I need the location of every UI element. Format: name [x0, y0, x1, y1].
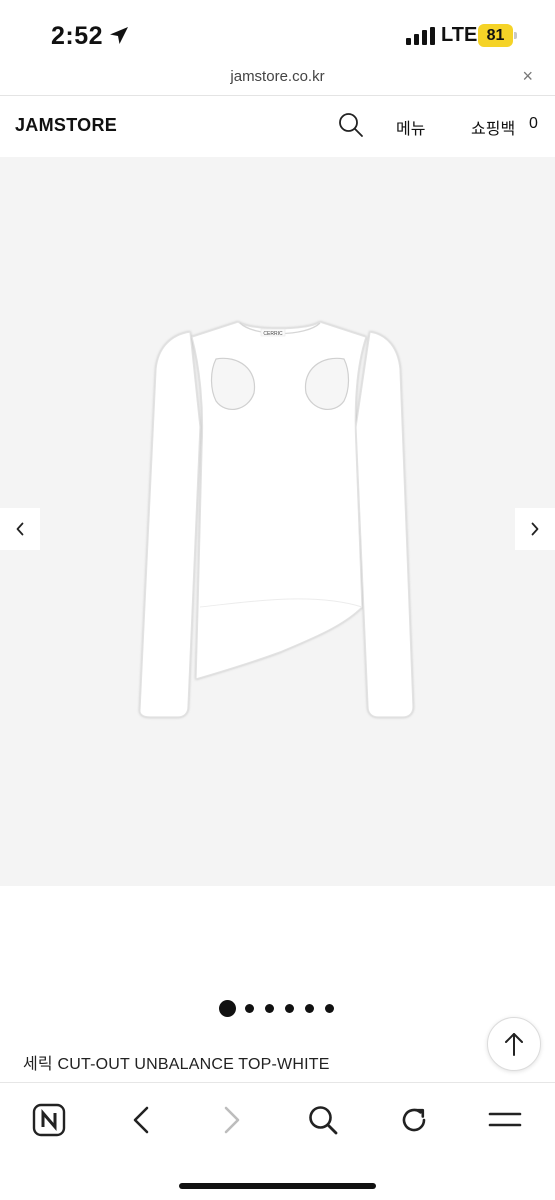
- network-type: LTE: [441, 24, 478, 46]
- site-logo[interactable]: JAMSTORE: [15, 115, 117, 136]
- scroll-top-button[interactable]: [487, 1017, 541, 1071]
- status-time: 2:52: [51, 22, 104, 50]
- slide-dot-1[interactable]: [219, 999, 236, 1017]
- forward-button[interactable]: [212, 1101, 252, 1139]
- status-bar: 2:52 LTE 81: [0, 0, 555, 62]
- slide-dot-2[interactable]: [245, 1003, 254, 1013]
- signal-icon: [406, 27, 435, 45]
- battery-icon: 81: [478, 24, 517, 47]
- address-bar[interactable]: jamstore.co.kr ×: [0, 62, 555, 96]
- location-arrow-icon: [110, 27, 128, 44]
- back-icon: [133, 1106, 149, 1134]
- prev-image-button[interactable]: [0, 508, 40, 550]
- chevron-left-icon: [16, 522, 24, 536]
- slide-pagination: [219, 999, 345, 1017]
- chevron-right-icon: [531, 522, 539, 536]
- search-icon: [309, 1106, 338, 1135]
- search-button[interactable]: [303, 1101, 343, 1139]
- site-header: JAMSTORE 메뉴 쇼핑백 0: [0, 97, 555, 157]
- forward-icon: [224, 1106, 240, 1134]
- brand-label: CERRIC: [263, 331, 283, 337]
- battery-level: 81: [478, 24, 513, 47]
- menu-button[interactable]: [485, 1101, 525, 1139]
- arrow-up-icon: [505, 1033, 523, 1056]
- product-gallery[interactable]: CERRIC: [0, 157, 555, 886]
- url-text[interactable]: jamstore.co.kr: [0, 68, 555, 85]
- product-image: CERRIC: [139, 321, 414, 718]
- slide-dot-5[interactable]: [305, 1003, 314, 1013]
- close-icon[interactable]: ×: [522, 66, 533, 87]
- naver-home-icon: [32, 1103, 66, 1137]
- reload-icon: [402, 1108, 426, 1132]
- bag-count[interactable]: 0: [529, 115, 538, 133]
- battery-tip: [514, 32, 517, 39]
- slide-dot-4[interactable]: [285, 1003, 294, 1013]
- menu-link[interactable]: 메뉴: [396, 115, 425, 139]
- slide-dot-6[interactable]: [325, 1003, 334, 1013]
- shopping-bag-link[interactable]: 쇼핑백: [471, 115, 515, 139]
- back-button[interactable]: [121, 1101, 161, 1139]
- reload-button[interactable]: [394, 1101, 434, 1139]
- naver-home-button[interactable]: [29, 1101, 69, 1139]
- search-icon[interactable]: [337, 111, 365, 139]
- product-name: 세릭 CUT-OUT UNBALANCE TOP-WHITE: [23, 1056, 330, 1073]
- slide-dot-3[interactable]: [265, 1003, 274, 1013]
- hamburger-menu-icon: [488, 1112, 522, 1127]
- browser-toolbar: [0, 1082, 555, 1200]
- next-image-button[interactable]: [515, 508, 555, 550]
- home-indicator: [179, 1183, 376, 1189]
